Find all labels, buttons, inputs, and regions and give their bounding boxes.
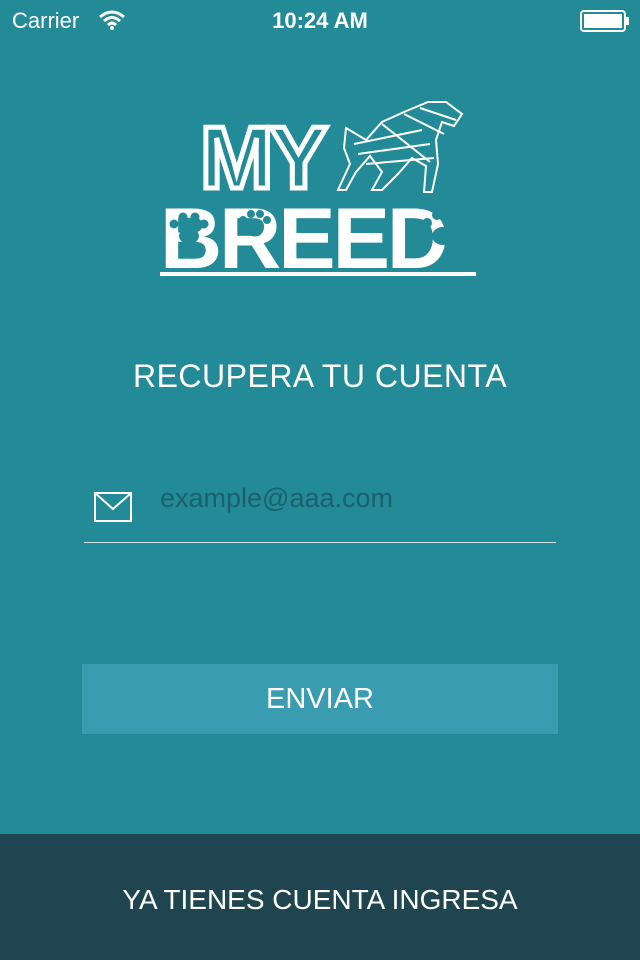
login-link[interactable]: YA TIENES CUENTA INGRESA (0, 884, 640, 916)
mybreed-logo: MY BREED (160, 101, 476, 280)
clock-time: 10:24 AM (272, 8, 368, 33)
email-input[interactable] (160, 478, 550, 518)
logo-underline (160, 272, 476, 276)
send-button[interactable]: ENVIAR (82, 664, 558, 734)
footer-bar: YA TIENES CUENTA INGRESA (0, 834, 640, 960)
dog-silhouette-icon (336, 101, 464, 193)
page-title: RECUPERA TU CUENTA (132, 358, 508, 394)
status-bar: Carrier 10:24 AM (0, 0, 640, 40)
email-field-row (84, 470, 556, 543)
battery-icon (580, 10, 629, 32)
logo-text-breed: BREED (160, 191, 446, 280)
mail-icon (94, 492, 132, 522)
